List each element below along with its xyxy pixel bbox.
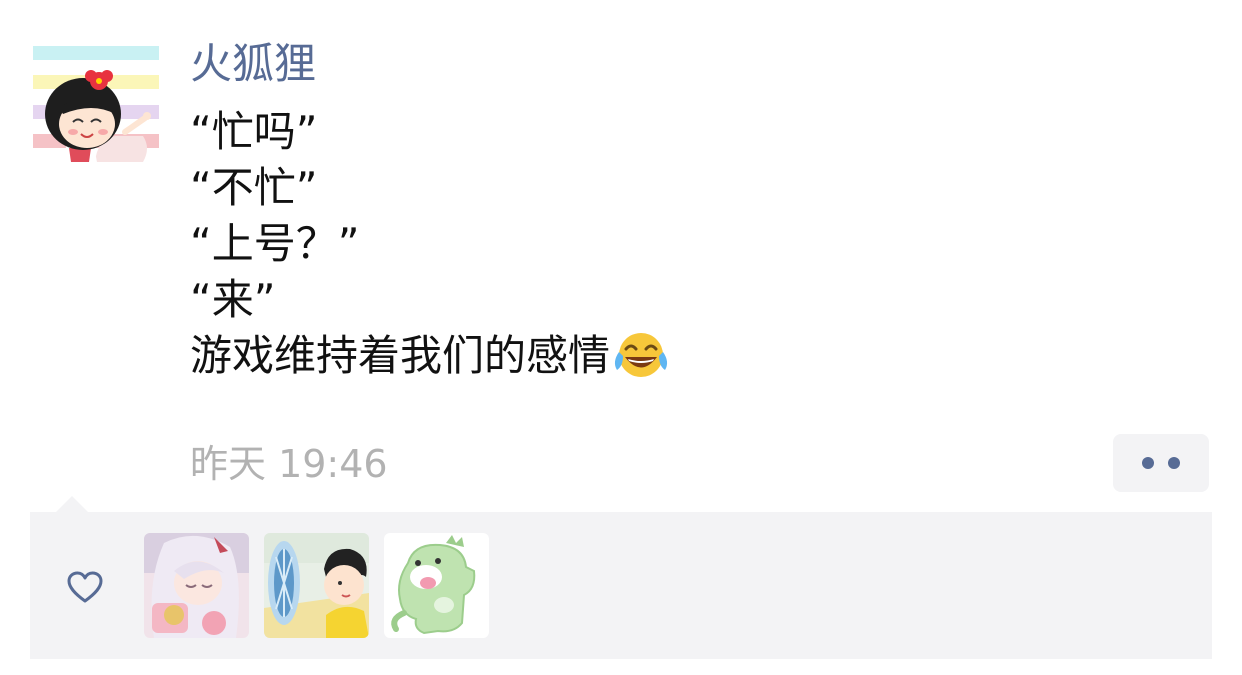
post-line-5-container: 游戏维持着我们的感情	[190, 328, 670, 384]
post-line-2: “不忙”	[190, 163, 318, 212]
post-line-4: “来”	[190, 275, 276, 324]
liker-avatar-3[interactable]	[384, 533, 489, 638]
liker-avatar-1[interactable]	[144, 533, 249, 638]
tears-of-joy-icon	[612, 330, 670, 394]
post-time: 昨天 19:46	[190, 442, 388, 486]
more-dot-icon	[1168, 457, 1180, 469]
post-content: “忙吗” “不忙” “上号？” “来” 游戏维持着我们的感情	[190, 104, 670, 384]
more-actions-button[interactable]	[1113, 434, 1209, 492]
post-line-5: 游戏维持着我们的感情	[190, 331, 611, 380]
post-line-1: “忙吗”	[190, 107, 318, 156]
author-name[interactable]: 火狐狸	[190, 36, 316, 92]
post-line-3: “上号？”	[190, 219, 360, 268]
likes-panel-arrow	[56, 496, 88, 512]
more-dot-icon	[1142, 457, 1154, 469]
author-avatar[interactable]	[33, 44, 159, 162]
liker-avatar-2[interactable]	[264, 533, 369, 638]
likes-panel	[30, 512, 1212, 659]
heart-icon	[66, 570, 104, 604]
